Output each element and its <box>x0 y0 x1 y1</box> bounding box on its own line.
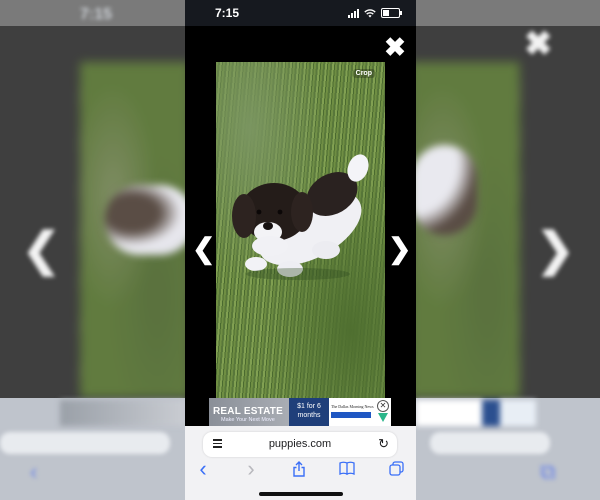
bg-tabs-icon: ⧉ <box>540 459 556 484</box>
ad-brand: The Dallas Morning News <box>331 404 374 409</box>
close-viewer-icon[interactable]: ✖ <box>382 34 408 60</box>
back-icon[interactable]: ‹ <box>195 458 211 480</box>
bg-prev-arrow-icon: ❮ <box>22 223 61 275</box>
book-glyph <box>339 461 355 475</box>
forward-icon[interactable]: › <box>243 458 259 480</box>
wifi-icon <box>364 8 376 17</box>
address-bar[interactable]: puppies.com ↻ <box>203 432 397 457</box>
ad-offer[interactable]: $1 for 6 months <box>289 398 329 426</box>
tabs-icon[interactable] <box>388 461 404 477</box>
bg-ad-left <box>60 400 185 426</box>
bg-close-icon: ✖ <box>524 25 553 63</box>
previous-photo-icon[interactable]: ❮ <box>192 235 215 263</box>
ad-brand-bar <box>331 412 371 418</box>
ad-tagline: Make Your Next Move <box>221 417 275 423</box>
ad-controls: ✕ <box>375 398 391 426</box>
next-photo-icon[interactable]: ❯ <box>388 235 411 263</box>
bg-next-arrow-icon: ❯ <box>536 223 575 275</box>
ad-brand-panel[interactable]: The Dallas Morning News <box>329 398 375 426</box>
phone-screen: 7:15 ✖ Crop ❮ ❯ REAL ESTATE Make Your Ne… <box>185 0 416 500</box>
bg-dog-right <box>412 145 477 235</box>
ad-banner[interactable]: REAL ESTATE Make Your Next Move $1 for 6… <box>209 398 391 426</box>
tabs-glyph <box>388 461 404 476</box>
status-bar: 7:15 <box>185 0 416 26</box>
puppy-illustration <box>232 154 369 280</box>
bg-back-icon: ‹ <box>30 459 38 484</box>
browser-toolbar: puppies.com ↻ ‹ › <box>185 426 416 500</box>
bg-url-left <box>0 432 170 454</box>
share-glyph <box>293 461 305 477</box>
battery-fill <box>383 10 389 16</box>
status-icons <box>348 8 402 18</box>
ad-real-estate-panel[interactable]: REAL ESTATE Make Your Next Move <box>209 398 289 426</box>
crop-button[interactable]: Crop <box>352 69 375 78</box>
bg-url-right <box>430 432 550 454</box>
ad-choices-icon[interactable] <box>378 413 388 422</box>
bg-dog-left <box>105 185 195 255</box>
url-domain[interactable]: puppies.com <box>203 438 397 450</box>
share-icon[interactable] <box>291 461 307 477</box>
ad-close-icon[interactable]: ✕ <box>377 400 389 412</box>
reload-icon[interactable]: ↻ <box>378 436 389 452</box>
battery-icon <box>381 8 402 18</box>
ad-headline: REAL ESTATE <box>213 406 283 417</box>
puppy-photo: Crop <box>216 62 385 398</box>
bg-time: 7:15 <box>80 6 113 23</box>
status-time: 7:15 <box>215 6 240 20</box>
cellular-signal-icon <box>348 8 359 18</box>
bg-ad-right <box>416 400 536 426</box>
home-indicator[interactable] <box>259 492 343 496</box>
bookmarks-icon[interactable] <box>339 461 355 477</box>
